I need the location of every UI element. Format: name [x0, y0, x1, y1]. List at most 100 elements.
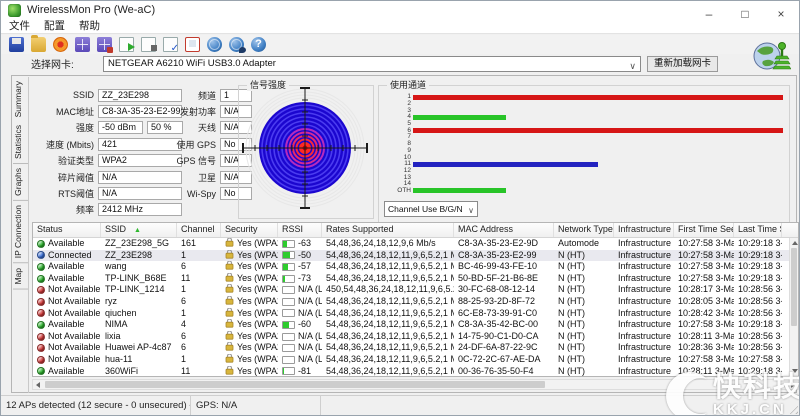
field-label-rts-threshold: RTS阈值: [32, 187, 94, 200]
table-row[interactable]: Available360WiFi11Yes (WPA2)-8154,48,36,…: [33, 366, 798, 377]
column-header-rssi[interactable]: RSSI: [278, 223, 322, 237]
signal-strength-label: 信号强度: [247, 80, 289, 91]
cell-security: Yes (WPA2): [221, 342, 278, 354]
close-button[interactable]: ×: [763, 1, 799, 27]
graph2-icon[interactable]: [97, 37, 112, 52]
cell-network-type: N (HT): [554, 261, 614, 273]
minimize-button[interactable]: –: [691, 1, 727, 27]
cell-mac: 24-DF-6A-87-22-9C: [454, 342, 554, 354]
channel-use-select-value: Channel Use B/G/N: [388, 204, 463, 214]
reload-adapter-button[interactable]: 重新加载网卡: [647, 56, 718, 72]
tab-ip-connection[interactable]: IP Connection: [13, 201, 28, 263]
table-row[interactable]: Not Availablelixia6Yes (WPA2)N/A (L...54…: [33, 331, 798, 343]
status-text: Available: [48, 261, 84, 273]
column-header-last-time-seen[interactable]: Last Time Seen: [734, 223, 782, 237]
cell-status: Available: [33, 238, 101, 250]
strength-value: -50 dBm: [98, 121, 143, 134]
cell-channel: 1: [177, 284, 221, 296]
table-vertical-scrollbar[interactable]: [789, 238, 798, 376]
channel-bar: [413, 128, 783, 133]
column-header-rates-supported[interactable]: Rates Supported: [322, 223, 454, 237]
web-icon[interactable]: [207, 37, 222, 52]
signal-strength-radar: [239, 86, 371, 216]
column-header-mac-address[interactable]: MAC Address: [454, 223, 554, 237]
cell-first-seen: 10:27:58 3-May-...: [674, 273, 734, 285]
column-header-ssid[interactable]: SSID▲: [101, 223, 177, 237]
field-label-fragment-threshold: 碎片阈值: [32, 171, 94, 184]
export2-icon[interactable]: [141, 37, 156, 52]
table-row[interactable]: Availablewang6Yes (WPA2)-5754,48,36,24,1…: [33, 261, 798, 273]
cell-ssid: Huawei AP-4c87: [101, 342, 177, 354]
help-icon[interactable]: [251, 37, 266, 52]
tab-map[interactable]: Map: [13, 264, 28, 290]
device-icon[interactable]: [185, 37, 200, 52]
maximize-button[interactable]: □: [727, 1, 763, 27]
table-row[interactable]: AvailableTP-LINK_B68E11Yes (WPA2)-7354,4…: [33, 273, 798, 285]
cell-status: Available: [33, 366, 101, 377]
lock-icon: [225, 354, 234, 366]
lock-icon: [225, 284, 234, 296]
rssi-bar-icon: [282, 251, 295, 259]
web2-icon[interactable]: [229, 37, 244, 52]
cell-channel: 1: [177, 354, 221, 366]
channel-use-select[interactable]: Channel Use B/G/N ∨: [384, 201, 478, 217]
cell-ssid: TP-LINK_B68E: [101, 273, 177, 285]
rssi-bar-icon: [282, 321, 295, 329]
table-row[interactable]: Not Availableryz6Yes (WPA2)N/A (L...54,4…: [33, 296, 798, 308]
cell-ssid: NIMA: [101, 319, 177, 331]
cell-first-seen: 10:28:17 3-May-...: [674, 284, 734, 296]
security-text: Yes (WPA2): [237, 261, 278, 273]
cell-status: Available: [33, 319, 101, 331]
column-header-security[interactable]: Security: [221, 223, 278, 237]
record-icon[interactable]: [53, 37, 68, 52]
menu-item-config[interactable]: 配置: [44, 20, 65, 33]
table-row[interactable]: Not Availableqiuchen1Yes (WPA2)N/A (L...…: [33, 308, 798, 320]
status-text: Not Available: [48, 331, 100, 343]
table-row[interactable]: AvailableNIMA4Yes (WPA2)-6054,48,36,24,1…: [33, 319, 798, 331]
cell-rates: 54,48,36,24,18,12,11,9,6,5.2,1 Mb/s: [322, 319, 454, 331]
field-row-auth-type: 验证类型WPA2: [32, 153, 184, 169]
column-header-first-time-seen[interactable]: First Time Seen: [674, 223, 734, 237]
table-row[interactable]: Not AvailableTP-LINK_12141Yes (WPA2)N/A …: [33, 284, 798, 296]
adapter-select[interactable]: NETGEAR A6210 WiFi USB3.0 Adapter ∨: [103, 56, 641, 72]
column-header-channel[interactable]: Channel: [177, 223, 221, 237]
channel-tick-label: 12: [383, 168, 413, 174]
cell-network-type: Automode: [554, 238, 614, 250]
status-bar: 12 APs detected (12 secure - 0 unsecured…: [1, 395, 799, 415]
cell-infrastructure: Infrastructure mo...: [614, 250, 674, 262]
export-icon[interactable]: [119, 37, 134, 52]
summary-panel: SummaryStatisticsGraphsIP ConnectionMap …: [11, 75, 797, 393]
column-header-infrastructure[interactable]: Infrastructure: [614, 223, 674, 237]
rssi-text: -50: [298, 250, 311, 262]
cell-channel: 1: [177, 308, 221, 320]
security-text: Yes (WPA2): [237, 366, 278, 377]
save-icon[interactable]: [9, 37, 24, 52]
graph-icon[interactable]: [75, 37, 90, 52]
open-icon[interactable]: [31, 37, 46, 52]
security-text: Yes (WPA2): [237, 284, 278, 296]
table-row[interactable]: ConnectedZZ_23E2981Yes (WPA2)-5054,48,36…: [33, 250, 798, 262]
channel-bar-area: [413, 182, 783, 187]
channel-bar-area: [413, 162, 783, 167]
cell-channel: 4: [177, 319, 221, 331]
rssi-bar-icon: [282, 298, 295, 306]
table-row[interactable]: Not AvailableHuawei AP-4c876Yes (WPA2)N/…: [33, 342, 798, 354]
column-header-status[interactable]: Status: [33, 223, 101, 237]
table-row[interactable]: Not Availablehua-111Yes (WPA2)N/A (L...5…: [33, 354, 798, 366]
menu-item-file[interactable]: 文件: [9, 20, 30, 33]
cell-rssi: -63: [278, 238, 322, 250]
verify-icon[interactable]: [163, 37, 178, 52]
tab-statistics[interactable]: Statistics: [13, 121, 28, 164]
tab-summary[interactable]: Summary: [13, 77, 28, 121]
cell-status: Not Available: [33, 284, 101, 296]
menu-item-help[interactable]: 帮助: [79, 20, 100, 33]
table-row[interactable]: AvailableZZ_23E298_5G161Yes (WPA2)-6354,…: [33, 238, 798, 250]
cell-network-type: N (HT): [554, 250, 614, 262]
cell-ssid: 360WiFi: [101, 366, 177, 377]
channel-row-12: 12: [383, 168, 783, 175]
table-horizontal-scrollbar[interactable]: [32, 379, 799, 390]
tab-graphs[interactable]: Graphs: [13, 164, 28, 201]
channel-bar-area: [413, 122, 783, 127]
cell-rates: 54,48,36,24,18,12,11,9,6,5.2,1 Mb/s: [322, 354, 454, 366]
column-header-network-type[interactable]: Network Type: [554, 223, 614, 237]
